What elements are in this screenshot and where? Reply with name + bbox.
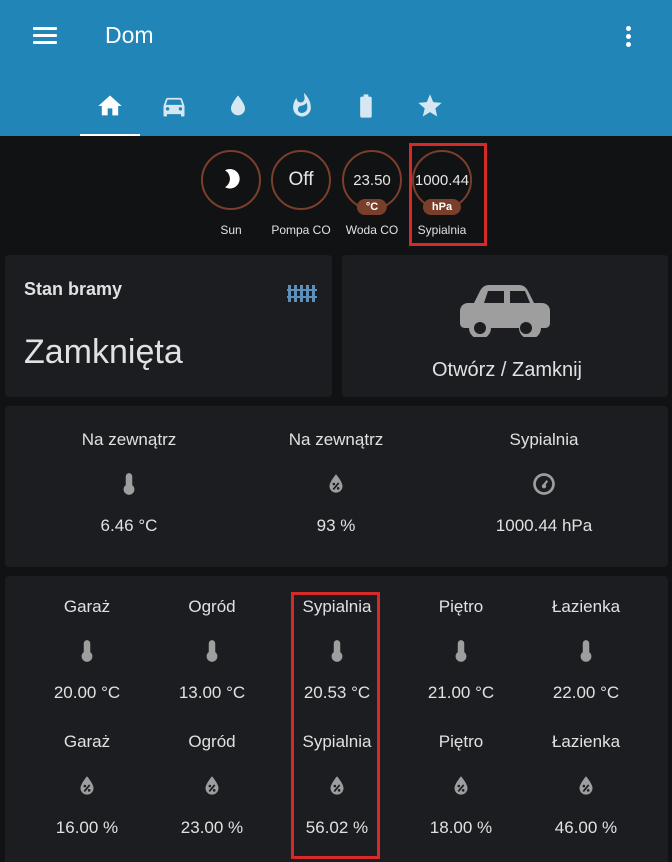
battery-icon xyxy=(360,94,372,118)
thermometer-icon xyxy=(455,640,467,662)
sensor-name: Na zewnątrz xyxy=(81,430,177,449)
badge-woda-co[interactable]: 23.50 °C Woda CO xyxy=(341,150,403,237)
sensor-name: Łazienka xyxy=(551,597,621,616)
sensor-outdoor-humidity[interactable]: Na zewnątrz 93 % xyxy=(274,430,398,536)
tab-battery[interactable] xyxy=(336,86,396,136)
sensor-room-humidity[interactable]: Łazienka 46.00 % xyxy=(524,732,648,838)
fire-icon xyxy=(293,92,311,117)
sensor-room-humidity[interactable]: Garaż 16.00 % xyxy=(25,732,149,838)
gauge-icon xyxy=(533,473,555,495)
sensor-room-temperature[interactable]: Sypialnia 20.53 °C xyxy=(275,597,399,703)
menu-icon[interactable] xyxy=(33,25,57,49)
outdoor-sensors-card: Na zewnątrz 6.46 °C Na zewnątrz 93 % Syp… xyxy=(5,406,668,567)
tab-home[interactable] xyxy=(80,86,140,136)
badge-value: 23.50 xyxy=(353,171,391,189)
badge-circle: 23.50 °C xyxy=(342,150,402,215)
badge-label: Sypialnia xyxy=(417,223,467,237)
button-label: Otwórz / Zamknij xyxy=(431,359,583,381)
sensor-outdoor-temperature[interactable]: Na zewnątrz 6.46 °C xyxy=(67,430,191,536)
sensor-value: 1000.44 hPa xyxy=(495,516,593,535)
gate-icon xyxy=(287,285,317,302)
sensor-value: 93 % xyxy=(316,516,356,535)
sensor-value: 18.00 % xyxy=(429,818,493,837)
humidity-icon xyxy=(454,776,468,795)
sensor-value: 13.00 °C xyxy=(178,683,246,702)
humidity-icon xyxy=(330,776,344,795)
badge-label: Woda CO xyxy=(345,223,399,237)
sensor-name: Ogród xyxy=(188,597,236,616)
thermometer-icon xyxy=(331,640,343,662)
sensor-room-humidity[interactable]: Piętro 18.00 % xyxy=(399,732,523,838)
humidity-icon xyxy=(80,776,94,795)
sensor-value: 20.53 °C xyxy=(303,683,371,702)
sensor-name: Garaż xyxy=(63,597,111,616)
badge-sun[interactable]: Sun xyxy=(200,150,262,237)
sensor-value: 23.00 % xyxy=(180,818,244,837)
card-title: Stan bramy xyxy=(24,279,123,299)
tab-heating[interactable] xyxy=(272,86,332,136)
badge-circle: 1000.44 hPa xyxy=(412,150,472,215)
sensor-name: Łazienka xyxy=(551,732,621,751)
humidity-icon xyxy=(579,776,593,795)
sensor-name: Piętro xyxy=(438,597,484,616)
humidity-icon xyxy=(205,776,219,795)
star-icon xyxy=(418,94,442,117)
badge-label: Pompa CO xyxy=(271,223,331,237)
rooms-sensors-card: Garaż 20.00 °C Ogród 13.00 °C Sypialnia 20.53… xyxy=(5,576,668,862)
sensor-name: Sypialnia xyxy=(509,430,579,449)
sensor-room-temperature[interactable]: Piętro 21.00 °C xyxy=(399,597,523,703)
badge-unit: °C xyxy=(356,199,388,215)
tab-water[interactable] xyxy=(208,86,268,136)
thermometer-icon xyxy=(206,640,218,662)
more-options-icon[interactable] xyxy=(618,24,640,50)
sensor-room-humidity[interactable]: Sypialnia 56.02 % xyxy=(275,732,399,838)
moon-icon xyxy=(225,168,240,189)
thermometer-icon xyxy=(81,640,93,662)
badge-pompa-co[interactable]: Off Pompa CO xyxy=(270,150,332,237)
badge-value: 1000.44 xyxy=(414,171,470,189)
tab-car[interactable] xyxy=(144,86,204,136)
sensor-name: Piętro xyxy=(438,732,484,751)
page-title: Dom xyxy=(105,22,154,48)
sensor-bedroom-pressure[interactable]: Sypialnia 1000.44 hPa xyxy=(482,430,606,536)
thermometer-icon xyxy=(580,640,592,662)
badge-circle: Off xyxy=(271,150,331,210)
sensor-name: Garaż xyxy=(63,732,111,751)
sensor-name: Sypialnia xyxy=(302,597,372,616)
humidity-icon xyxy=(329,474,343,493)
sensor-name: Sypialnia xyxy=(302,732,372,751)
sensor-value: 21.00 °C xyxy=(427,683,495,702)
water-drop-icon xyxy=(231,95,245,116)
sensor-room-temperature[interactable]: Łazienka 22.00 °C xyxy=(524,597,648,703)
home-icon xyxy=(98,95,122,116)
sensor-value: 6.46 °C xyxy=(100,516,158,535)
sensor-name: Na zewnątrz xyxy=(288,430,384,449)
sensor-value: 20.00 °C xyxy=(53,683,121,702)
sensor-room-temperature[interactable]: Garaż 20.00 °C xyxy=(25,597,149,703)
gate-status-card[interactable]: Stan bramy Zamknięta xyxy=(5,255,332,397)
sensor-name: Ogród xyxy=(188,732,236,751)
app-header: Dom xyxy=(0,0,672,136)
sensor-value: 16.00 % xyxy=(55,818,119,837)
badge-unit: hPa xyxy=(422,199,462,215)
gate-state: Zamknięta xyxy=(24,333,183,371)
sensor-value: 56.02 % xyxy=(305,818,369,837)
tab-favorites[interactable] xyxy=(400,86,460,136)
badge-label: Sun xyxy=(220,223,242,237)
badge-sypialnia-pressure[interactable]: 1000.44 hPa Sypialnia xyxy=(411,150,473,237)
gate-toggle-button[interactable]: Otwórz / Zamknij xyxy=(342,255,668,397)
car-icon xyxy=(460,285,550,337)
badge-circle xyxy=(201,150,261,210)
car-icon xyxy=(163,97,185,117)
sensor-value: 46.00 % xyxy=(554,818,618,837)
thermometer-icon xyxy=(123,473,135,495)
sensor-room-temperature[interactable]: Ogród 13.00 °C xyxy=(150,597,274,703)
sensor-room-humidity[interactable]: Ogród 23.00 % xyxy=(150,732,274,838)
badge-value: Off xyxy=(288,169,314,190)
sensor-value: 22.00 °C xyxy=(552,683,620,702)
